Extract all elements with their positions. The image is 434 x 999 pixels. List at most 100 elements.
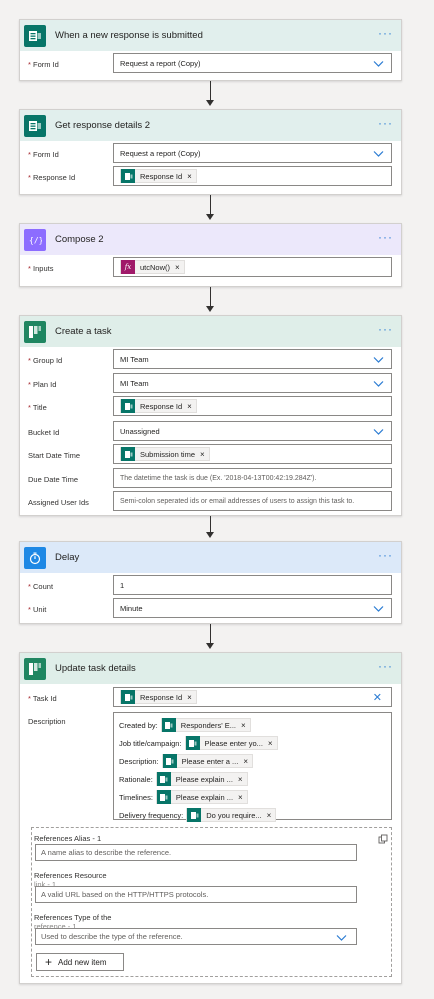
- description-line: Delivery frequency: Do you require... ×: [119, 806, 386, 824]
- form-id-dropdown[interactable]: Request a report (Copy): [113, 53, 392, 73]
- response-id-token[interactable]: Response Id ×: [120, 169, 197, 183]
- timer-icon: [24, 546, 46, 569]
- references-type-dropdown[interactable]: Used to describe the type of the referen…: [35, 928, 357, 945]
- group-id-dropdown[interactable]: MI Team: [113, 349, 392, 369]
- description-field[interactable]: Created by: Responders' E... × Job title/ca…: [113, 712, 392, 822]
- remove-token-icon[interactable]: ×: [268, 739, 273, 748]
- submission-time-token[interactable]: Submission time ×: [120, 447, 210, 461]
- dynamic-content-token[interactable]: Please enter a ... ×: [161, 754, 253, 768]
- references-alias-input[interactable]: A name alias to describe the reference.: [35, 844, 357, 861]
- remove-token-icon[interactable]: ×: [243, 757, 248, 766]
- remove-token-icon[interactable]: ×: [238, 775, 243, 784]
- arrow-down-icon: [206, 306, 214, 312]
- remove-token-icon[interactable]: ×: [238, 793, 243, 802]
- forms-icon: [24, 114, 46, 137]
- more-options-icon[interactable]: ···: [378, 27, 393, 39]
- chevron-down-icon: [373, 357, 384, 363]
- card-title: Delay: [55, 552, 80, 563]
- forms-icon: [162, 754, 177, 768]
- card-title: Compose 2: [55, 234, 104, 245]
- remove-token-icon[interactable]: ×: [175, 263, 180, 272]
- task-id-row: * Task Id Response Id × ✕: [20, 687, 401, 711]
- forms-icon: [24, 24, 46, 47]
- start-date-field[interactable]: Submission time ×: [113, 444, 392, 464]
- unit-dropdown[interactable]: Minute: [113, 598, 392, 618]
- form-id-label: * Form Id: [28, 60, 59, 69]
- update-task-header[interactable]: Update task details ···: [20, 653, 401, 684]
- more-options-icon[interactable]: ···: [378, 231, 393, 243]
- description-label: Description: [28, 717, 66, 726]
- bucket-id-dropdown[interactable]: Unassigned: [113, 421, 392, 441]
- description-line-label: Timelines:: [119, 792, 153, 802]
- description-line: Timelines: Please explain ... ×: [119, 788, 386, 806]
- form-id-row: * Form Id Request a report (Copy): [20, 53, 401, 77]
- connector-line: [210, 516, 211, 533]
- delay-header[interactable]: Delay ···: [20, 542, 401, 573]
- more-options-icon[interactable]: ···: [378, 660, 393, 672]
- description-line-label: Delivery frequency:: [119, 810, 184, 820]
- response-id-token[interactable]: Response Id ×: [120, 399, 197, 413]
- utcnow-token[interactable]: fx utcNow() ×: [120, 260, 185, 274]
- inputs-row: * Inputs fx utcNow() ×: [20, 257, 401, 281]
- response-id-token[interactable]: Response Id ×: [120, 690, 197, 704]
- more-options-icon[interactable]: ···: [378, 549, 393, 561]
- inputs-field[interactable]: fx utcNow() ×: [113, 257, 392, 277]
- references-resource-input[interactable]: A valid URL based on the HTTP/HTTPS prot…: [35, 886, 357, 903]
- count-row: * Count 1: [20, 575, 401, 599]
- assigned-users-input[interactable]: Semi-colon seperated ids or email addres…: [113, 491, 392, 511]
- dynamic-content-token[interactable]: Do you require... ×: [186, 808, 277, 822]
- inputs-label: * Inputs: [28, 264, 54, 273]
- forms-icon: [187, 808, 202, 822]
- title-field[interactable]: Response Id ×: [113, 396, 392, 416]
- card-title: Create a task: [55, 326, 112, 337]
- task-id-field[interactable]: Response Id × ✕: [113, 687, 392, 707]
- remove-token-icon[interactable]: ×: [187, 172, 192, 181]
- dynamic-content-token[interactable]: Please explain ... ×: [155, 790, 248, 804]
- count-input[interactable]: 1: [113, 575, 392, 595]
- clear-icon[interactable]: ✕: [373, 691, 382, 704]
- forms-icon: [121, 169, 135, 183]
- get-details-header[interactable]: Get response details 2 ···: [20, 110, 401, 141]
- copy-icon[interactable]: [378, 834, 388, 846]
- response-id-field[interactable]: Response Id ×: [113, 166, 392, 186]
- compose-header[interactable]: {/} Compose 2 ···: [20, 224, 401, 255]
- remove-token-icon[interactable]: ×: [200, 450, 205, 459]
- arrow-down-icon: [206, 532, 214, 538]
- dynamic-content-token[interactable]: Please enter yo... ×: [184, 736, 278, 750]
- form-id-label: * Form Id: [28, 150, 59, 159]
- more-options-icon[interactable]: ···: [378, 117, 393, 129]
- chevron-down-icon: [336, 935, 347, 941]
- due-date-input[interactable]: The datetime the task is due (Ex. '2018-…: [113, 468, 392, 488]
- dynamic-content-token[interactable]: Please explain ... ×: [155, 772, 248, 786]
- expression-icon: fx: [121, 260, 135, 274]
- description-line: Description: Please enter a ... ×: [119, 752, 386, 770]
- add-new-item-button[interactable]: + Add new item: [36, 953, 124, 971]
- get-response-details-card: Get response details 2 ··· * Form Id Req…: [19, 109, 402, 195]
- bucket-id-row: Bucket Id Unassigned: [20, 421, 401, 445]
- assigned-users-row: Assigned User Ids Semi-colon seperated i…: [20, 491, 401, 515]
- remove-token-icon[interactable]: ×: [241, 721, 246, 730]
- title-row: * Title Response Id ×: [20, 396, 401, 420]
- count-label: * Count: [28, 582, 54, 591]
- remove-token-icon[interactable]: ×: [267, 811, 272, 820]
- forms-icon: [161, 718, 176, 732]
- remove-token-icon[interactable]: ×: [187, 402, 192, 411]
- more-options-icon[interactable]: ···: [378, 323, 393, 335]
- trigger-card-header[interactable]: When a new response is submitted ···: [20, 20, 401, 51]
- forms-icon: [121, 447, 135, 461]
- form-id-row: * Form Id Request a report (Copy): [20, 143, 401, 167]
- plan-id-label: * Plan Id: [28, 380, 57, 389]
- chevron-down-icon: [373, 151, 384, 157]
- plan-id-dropdown[interactable]: MI Team: [113, 373, 392, 393]
- dynamic-content-token[interactable]: Responders' E... ×: [160, 718, 251, 732]
- plan-id-row: * Plan Id MI Team: [20, 373, 401, 397]
- arrow-down-icon: [206, 100, 214, 106]
- create-task-header[interactable]: Create a task ···: [20, 316, 401, 347]
- remove-token-icon[interactable]: ×: [187, 693, 192, 702]
- references-alias-label: References Alias - 1: [34, 834, 102, 843]
- form-id-dropdown[interactable]: Request a report (Copy): [113, 143, 392, 163]
- unit-row: * Unit Minute: [20, 598, 401, 622]
- planner-icon: [24, 320, 46, 343]
- chevron-down-icon: [373, 429, 384, 435]
- delay-card: Delay ··· * Count 1 * Unit Minute: [19, 541, 402, 624]
